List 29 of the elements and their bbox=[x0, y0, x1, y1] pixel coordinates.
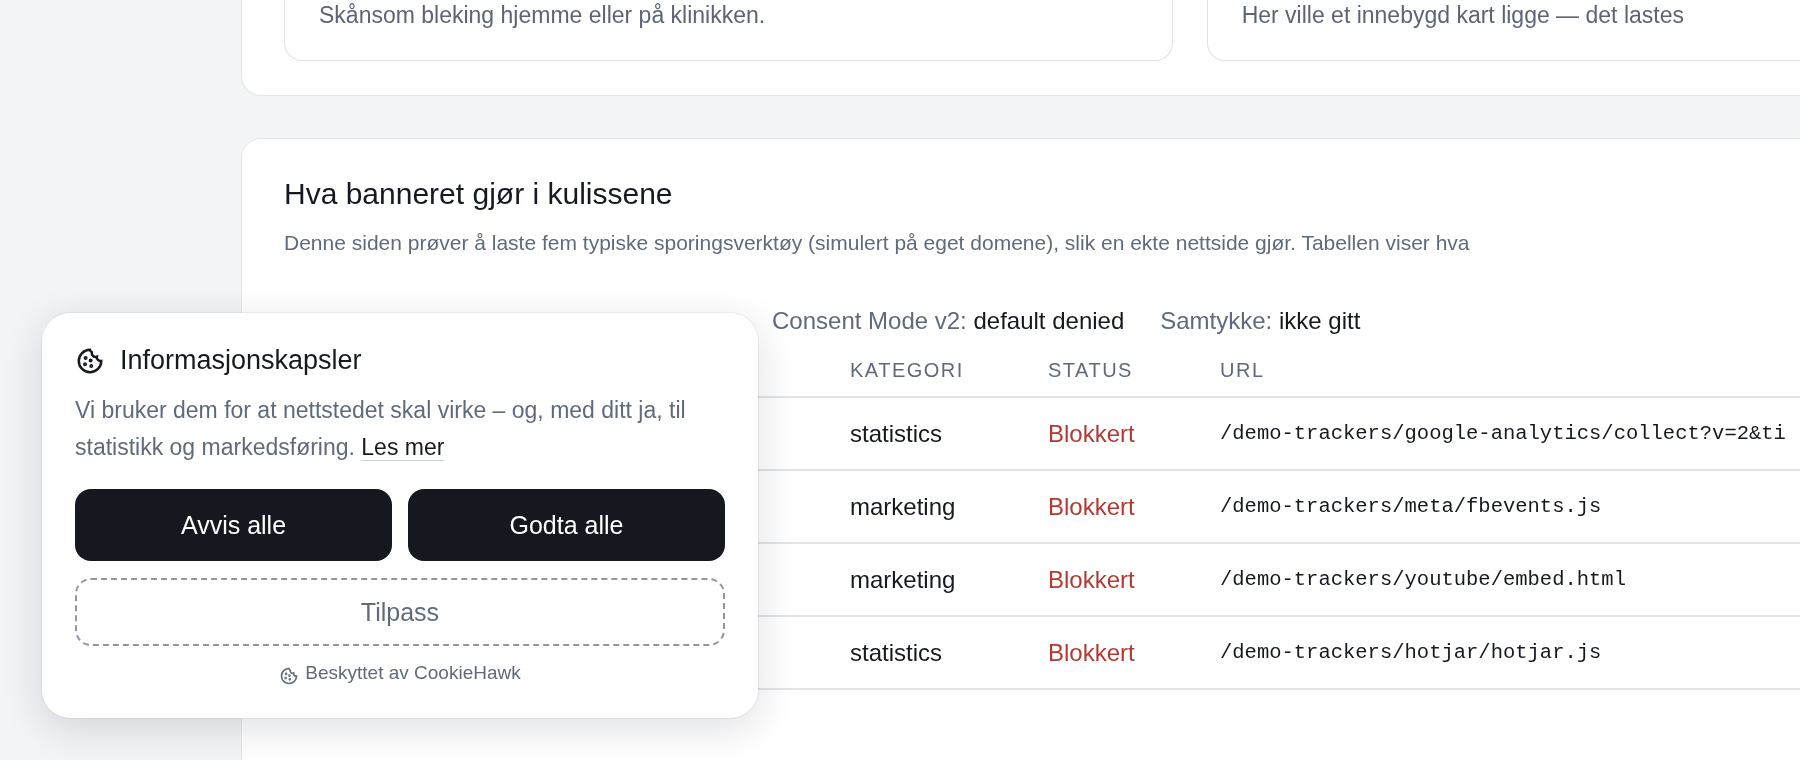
section-title: Hva banneret gjør i kulissene bbox=[284, 177, 674, 211]
column-header: STATUS bbox=[1048, 359, 1133, 381]
cookie-icon bbox=[279, 666, 300, 686]
status-cell: Blokkert bbox=[1048, 638, 1135, 667]
column-header: URL bbox=[1220, 359, 1265, 381]
banner-text: Vi bruker dem for at nettstedet skal virke – og, med ditt ja, til statistikk og markedsføring. Les mer bbox=[75, 396, 687, 463]
url-cell: /demo-trackers/hotjar/hotjar.js bbox=[1220, 641, 1602, 664]
url-cell: /demo-trackers/youtube/embed.html bbox=[1220, 568, 1626, 591]
powered-by-text: Beskyttet av CookieHawk bbox=[305, 662, 521, 684]
category-cell: statistics bbox=[850, 419, 942, 448]
category-cell: marketing bbox=[850, 492, 956, 521]
read-more-link[interactable]: Les mer bbox=[361, 434, 445, 461]
consent-button[interactable]: Godta alle bbox=[408, 489, 725, 561]
column-header: KATEGORI bbox=[850, 359, 964, 381]
consent-status: Samtykke: ikke gitt bbox=[1160, 307, 1361, 335]
feature-text: Skånsom bleking hjemme eller på klinikken. bbox=[319, 2, 766, 28]
consent-status: Consent Mode v2: default denied bbox=[772, 307, 1125, 335]
url-cell: /demo-trackers/meta/fbevents.js bbox=[1220, 495, 1602, 518]
section-description: Denne siden prøver å laste fem typiske sporingsverktøy (simulert på eget domene), slik en ekte nettside gjør. Tabellen viser hva bbox=[284, 231, 1471, 255]
banner-title: Informasjonskapsler bbox=[120, 345, 362, 376]
status-cell: Blokkert bbox=[1048, 419, 1135, 448]
feature-text: Her ville et innebygd kart ligge — det lastes bbox=[1241, 2, 1684, 28]
category-cell: marketing bbox=[850, 565, 956, 594]
status-cell: Blokkert bbox=[1048, 565, 1135, 594]
url-cell: /demo-trackers/google-analytics/collect?v=2&ti bbox=[1220, 422, 1786, 445]
consent-button[interactable]: Avvis alle bbox=[75, 489, 392, 561]
status-cell: Blokkert bbox=[1048, 492, 1135, 521]
category-cell: statistics bbox=[850, 638, 942, 667]
customize-button[interactable]: Tilpass bbox=[75, 578, 725, 646]
